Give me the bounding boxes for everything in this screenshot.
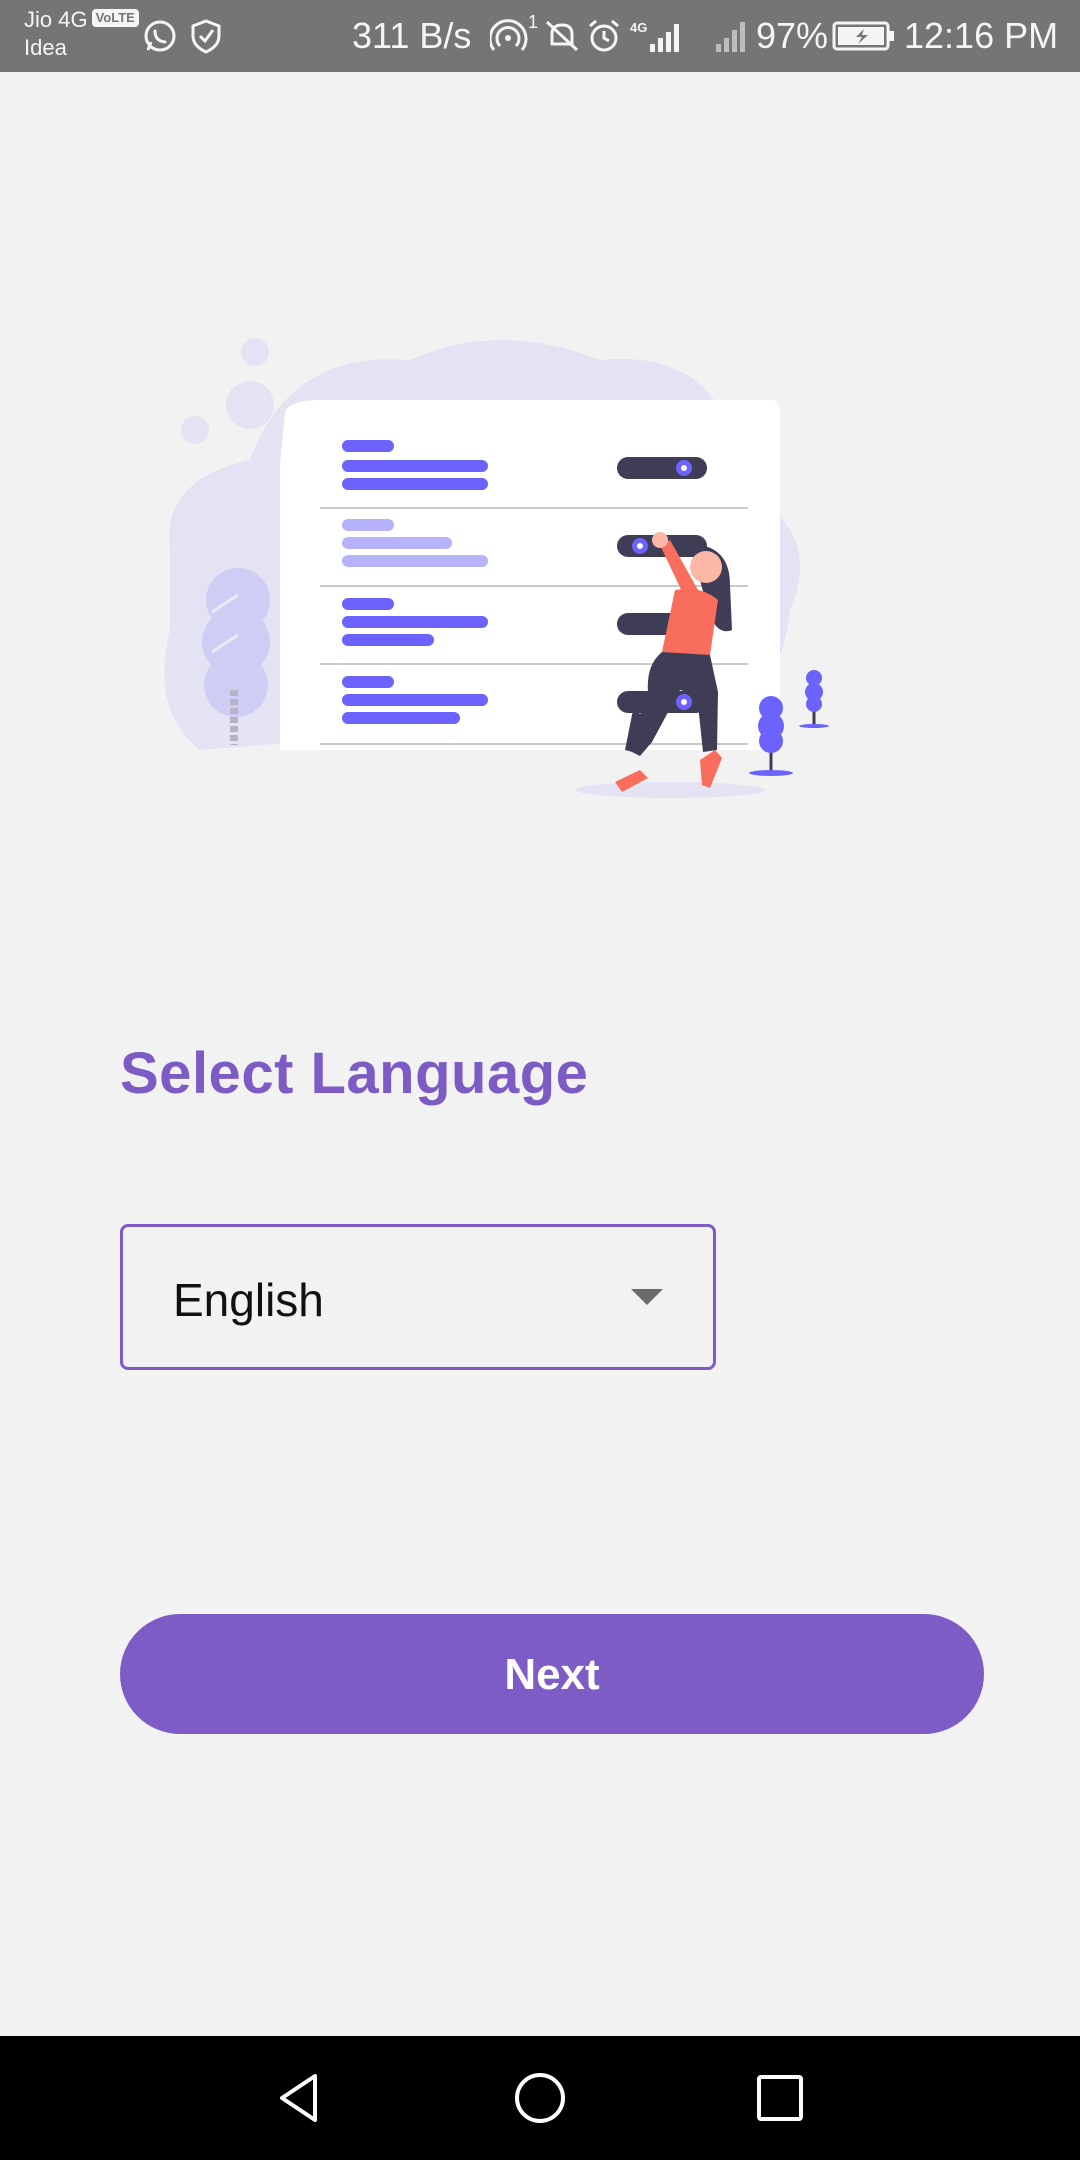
home-icon[interactable] <box>510 2068 570 2128</box>
volte-badge: VoLTE <box>91 9 139 27</box>
battery-charging-icon <box>832 21 894 51</box>
hotspot-count: 1 <box>528 12 539 32</box>
mute-icon <box>545 20 579 52</box>
whatsapp-icon <box>144 20 176 52</box>
recents-icon[interactable] <box>750 2068 810 2128</box>
caret-down-icon <box>631 1289 663 1305</box>
signal-icon <box>716 22 745 52</box>
secondary-carrier-name: Idea <box>24 35 67 60</box>
language-select-value: English <box>173 1274 324 1326</box>
network-type-label: 4G <box>630 20 647 35</box>
language-select[interactable]: English <box>120 1224 716 1370</box>
right-tree-decor <box>799 670 829 728</box>
navigation-bar <box>0 2036 1080 2160</box>
decor-circle <box>241 338 269 366</box>
page-title: Select Language <box>120 1041 589 1106</box>
language-selection-screen: Jio 4G VoLTE Idea 311 B/s 1 4G 97% 12:16… <box>0 0 1080 2160</box>
decor-circle <box>226 381 274 429</box>
decor-circle <box>181 416 209 444</box>
carrier-info: Jio 4G VoLTE Idea <box>24 6 139 62</box>
status-bar: Jio 4G VoLTE Idea 311 B/s 1 4G 97% 12:16… <box>0 0 1080 72</box>
alarm-icon <box>589 19 619 52</box>
clock: 12:16 PM <box>904 15 1059 56</box>
network-speed: 311 B/s <box>352 15 472 56</box>
shield-icon <box>191 19 221 54</box>
hotspot-icon <box>490 19 528 51</box>
settings-illustration <box>164 338 829 798</box>
carrier-name: Jio 4G <box>24 7 88 32</box>
next-button[interactable]: Next <box>120 1614 984 1734</box>
back-icon[interactable] <box>270 2068 330 2128</box>
battery-percentage: 97% <box>756 15 829 56</box>
signal-4g-icon: 4G <box>630 20 679 52</box>
